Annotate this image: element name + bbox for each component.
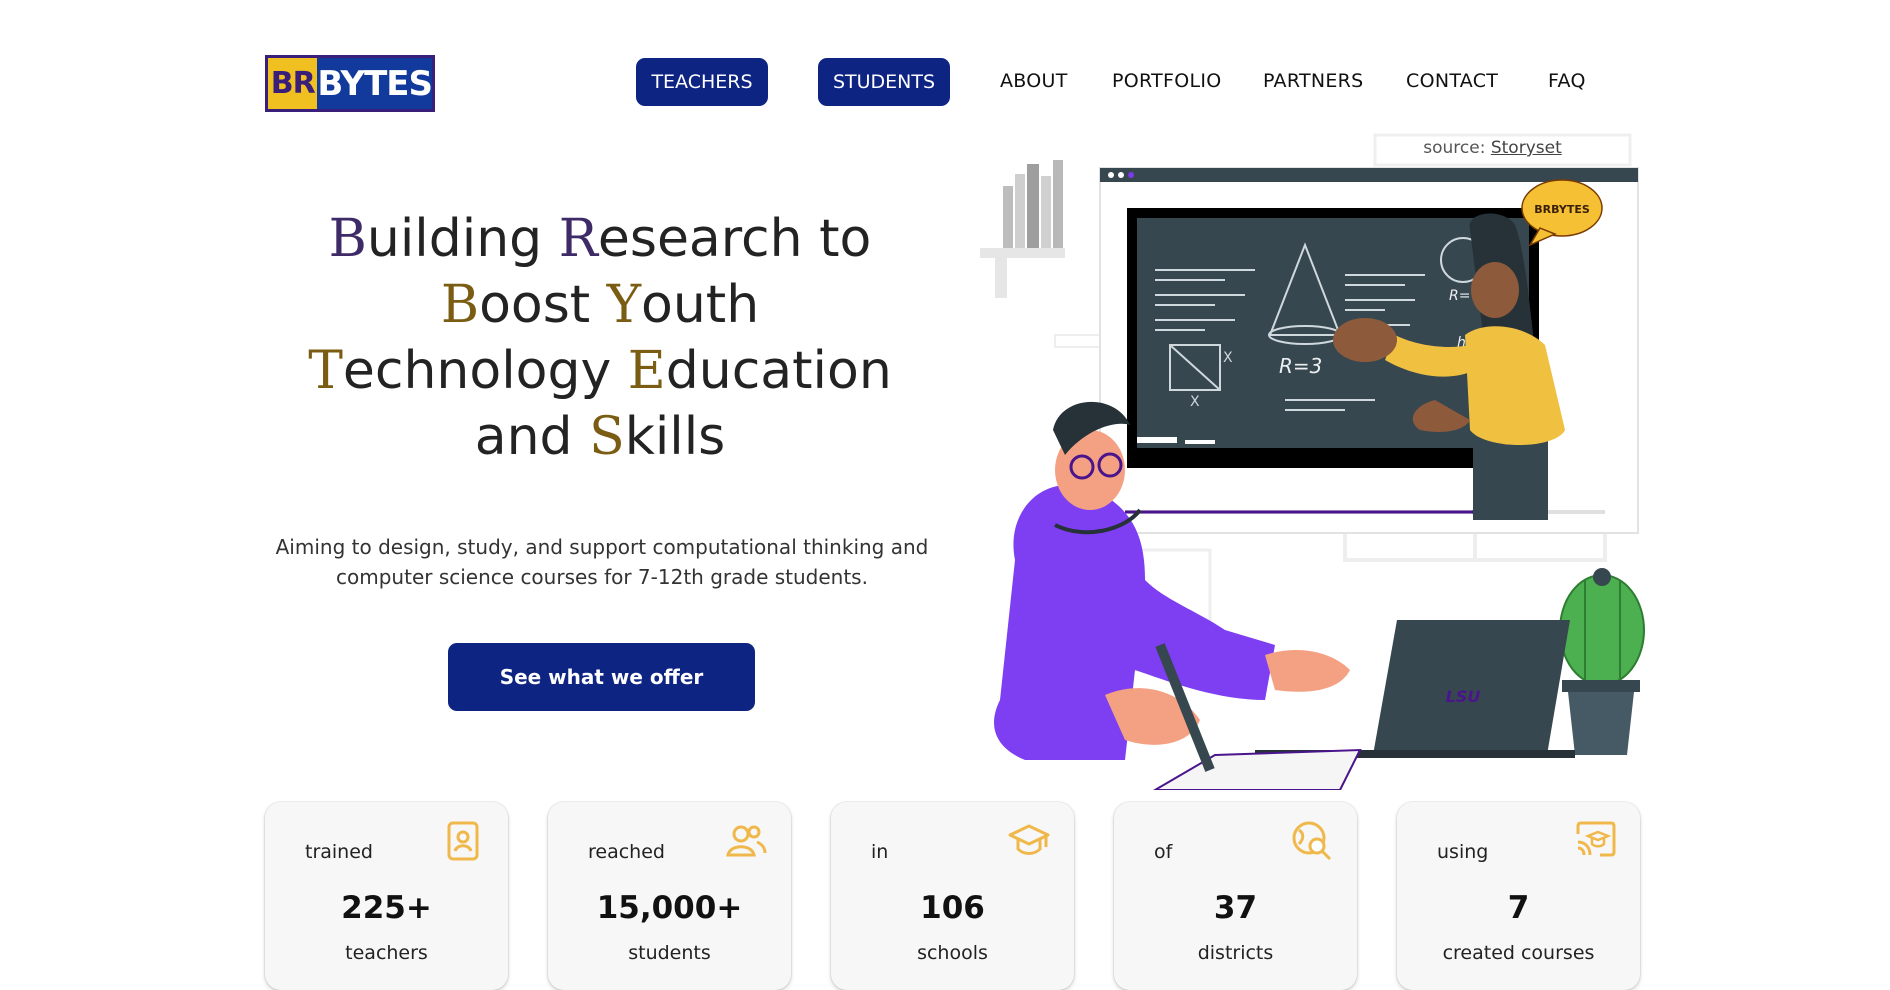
stat-card-courses: using 7 created courses (1397, 802, 1640, 990)
stat-prefix: in (871, 841, 889, 863)
stat-card-districts: of 37 districts (1114, 802, 1357, 990)
bookshelf-icon (980, 160, 1065, 298)
laptop-lsu-logo: LSU (1446, 687, 1481, 706)
stat-prefix: using (1437, 841, 1489, 863)
stat-unit: districts (1197, 942, 1274, 964)
globe-search-icon (1292, 821, 1332, 861)
title-initial: B (440, 275, 480, 335)
stat-card-schools: in 106 schools (831, 802, 1074, 990)
nav-about-link[interactable]: ABOUT (1000, 70, 1068, 92)
title-initial: T (308, 341, 343, 401)
stat-card-teachers: trained 225+ teachers (265, 802, 508, 990)
nav-teachers-button[interactable]: TEACHERS (636, 58, 768, 106)
logo-br-part: BR (268, 58, 318, 109)
title-word: ducation (665, 341, 892, 401)
nav-contact-link[interactable]: CONTACT (1406, 70, 1498, 92)
title-word: uilding (366, 209, 559, 269)
title-initial: S (589, 407, 625, 467)
stat-unit: schools (917, 942, 988, 964)
nav-portfolio-link[interactable]: PORTFOLIO (1112, 70, 1222, 92)
title-word: esearch to (597, 209, 872, 269)
title-initial: Y (606, 275, 642, 335)
board-x-label: X (1223, 350, 1233, 366)
title-word: outh (641, 275, 760, 335)
stat-unit: teachers (345, 942, 428, 964)
nav-students-button[interactable]: STUDENTS (818, 58, 950, 106)
hero-title-line: Building Research to (240, 206, 960, 272)
cactus-plant-icon (1559, 568, 1645, 755)
stat-value: 7 (1507, 890, 1530, 926)
hero-title: Building Research to Boost Youth Technol… (240, 206, 960, 470)
title-initial: B (328, 209, 367, 269)
stat-value: 37 (1213, 890, 1258, 926)
title-initial: R (558, 209, 598, 269)
graduation-cap-icon (1008, 824, 1050, 855)
stat-prefix: trained (305, 841, 373, 863)
nav-faq-link[interactable]: FAQ (1548, 70, 1586, 92)
hero-title-line: Boost Youth (240, 272, 960, 338)
board-x-label: X (1190, 394, 1200, 410)
stat-prefix: reached (588, 841, 665, 863)
stat-value: 106 (920, 890, 985, 926)
hero-illustration: X X R=3 R= 10 h BRBYTES LSU (980, 133, 1645, 790)
nav-partners-link[interactable]: PARTNERS (1263, 70, 1364, 92)
hero-subtitle: Aiming to design, study, and support com… (275, 535, 929, 589)
title-initial: E (627, 341, 666, 401)
stat-value: 15,000+ (596, 890, 743, 926)
hero-title-line: Technology Education (240, 338, 960, 404)
stat-unit: students (628, 942, 711, 964)
title-word: echnology (342, 341, 628, 401)
hero-title-line: and Skills (240, 404, 960, 470)
logo-bytes-part: BYTES (317, 58, 432, 109)
cast-course-icon (1576, 821, 1616, 857)
stat-value: 225+ (341, 890, 432, 926)
title-word: kills (624, 407, 726, 467)
board-radius-label: R=3 (1279, 354, 1322, 378)
see-offer-button[interactable]: See what we offer (448, 643, 755, 711)
title-word: oost (479, 275, 607, 335)
stat-card-students: reached 15,000+ students (548, 802, 791, 990)
stat-unit: created courses (1442, 942, 1595, 964)
users-icon (726, 825, 767, 857)
bubble-text: BRBYTES (1534, 203, 1590, 216)
id-badge-icon (447, 821, 479, 861)
brand-logo[interactable]: BR BYTES (265, 55, 435, 112)
stat-prefix: of (1154, 841, 1173, 863)
title-word: and (474, 407, 590, 467)
